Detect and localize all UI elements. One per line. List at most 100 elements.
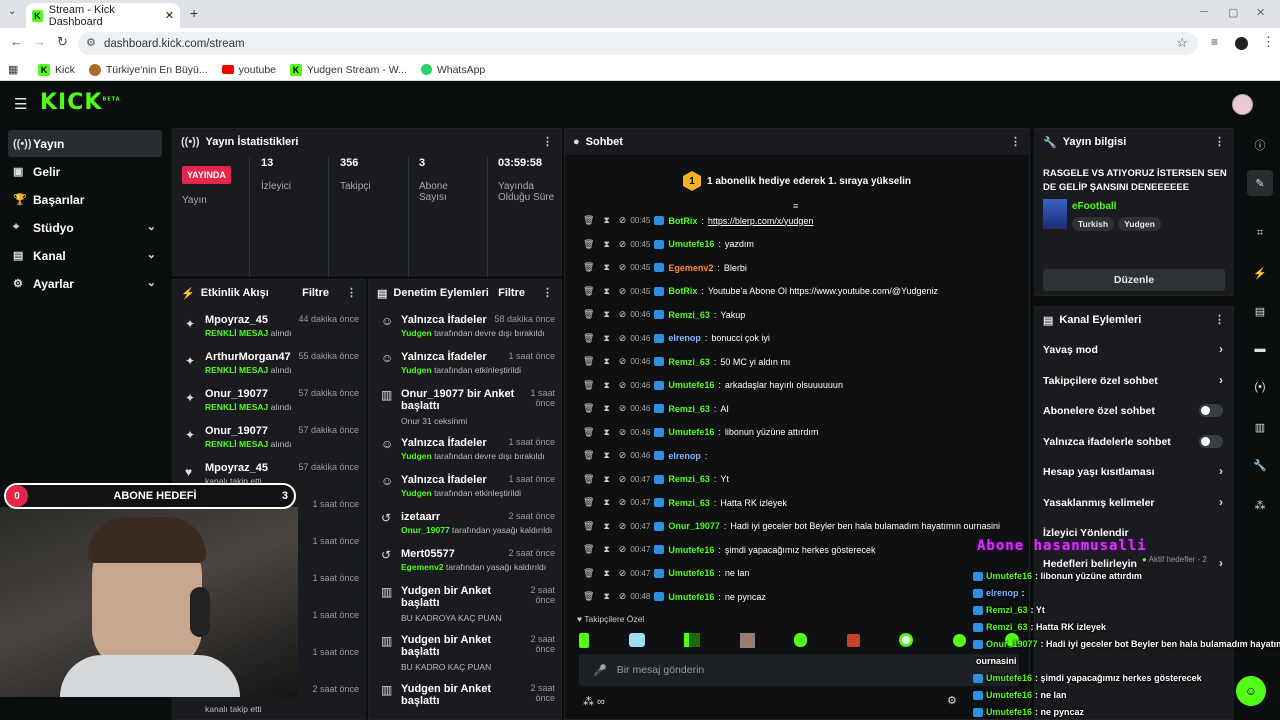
channel-action-item[interactable]: Yalnızca ifadelerle sohbet [1035,427,1233,457]
chevron-right-icon[interactable]: › [1219,342,1223,356]
ban-icon[interactable]: ⊘ [619,239,627,250]
kick-logo[interactable]: KICKBETA [40,90,121,115]
chat-message[interactable]: 🗑 ⧗ ⊘ 00:46 Remzi_63:50 MC yi aldın mı [583,350,790,373]
site-info-icon[interactable]: ⚙ [86,36,96,49]
message-user[interactable]: Remzi_63 [668,310,710,320]
new-tab-icon[interactable]: + [190,5,198,21]
activity-item[interactable]: ✦ Mpoyraz_45 RENKLİ MESAJ alındı 44 dakika … [173,308,365,345]
ban-icon[interactable]: ⊘ [619,427,627,438]
sidebar-item-kanal[interactable]: ▤ Kanal ⌄ [8,242,162,269]
more-options-icon[interactable]: ⋮ [346,286,357,299]
back-icon[interactable]: ← [10,34,23,49]
chat-message[interactable]: 🗑 ⧗ ⊘ 00:46 Umutefe16: arkadaşlar hayırlı ols… [583,374,843,397]
ban-icon[interactable]: ⊘ [619,568,627,579]
timeout-icon[interactable]: ⧗ [603,427,609,438]
more-options-icon[interactable]: ⋮ [1214,313,1225,326]
ban-icon[interactable]: ⊘ [619,474,627,485]
timeout-icon[interactable]: ⧗ [603,286,609,297]
delete-icon[interactable]: 🗑 [583,521,594,532]
emote-icon[interactable] [899,633,913,647]
ban-icon[interactable]: ⊘ [619,286,627,297]
moderation-item[interactable]: ▥ Yudgen bir Anket başlattı 2 saat önce [369,677,561,719]
bolt-icon[interactable]: ⚡ [1247,260,1273,286]
delete-icon[interactable]: 🗑 [583,286,594,297]
more-options-icon[interactable]: ⋮ [542,286,553,299]
delete-icon[interactable]: 🗑 [583,309,594,320]
chat-message[interactable]: 🗑 ⧗ ⊘ 00:46 Remzi_63: Yakup [583,303,745,326]
community-icon[interactable]: ⁂ [1247,492,1273,518]
chevron-right-icon[interactable]: › [1219,556,1223,570]
ban-icon[interactable]: ⊘ [619,450,627,461]
reload-icon[interactable]: ↻ [57,34,68,50]
support-chat-icon[interactable]: ☺ [1236,676,1266,706]
chat-message[interactable]: 🗑 ⧗ ⊘ 00:47 Remzi_63: Hatta RK izleyek [583,491,787,514]
message-user[interactable]: Umutefe16 [668,545,714,555]
delete-icon[interactable]: 🗑 [583,262,594,273]
delete-icon[interactable]: 🗑 [583,403,594,414]
sidebar-item-yayin[interactable]: ((•)) Yayın [8,130,162,157]
timeout-icon[interactable]: ⧗ [603,239,609,250]
message-user[interactable]: BotRix [668,286,697,296]
message-user[interactable]: Remzi_63 [668,357,710,367]
channel-action-item[interactable]: Abonelere özel sohbet [1035,396,1233,426]
emote-icon[interactable] [739,632,755,648]
bookmark-star-icon[interactable]: ☆ [1176,35,1188,51]
channel-action-item[interactable]: Takipçilere özel sohbet › [1035,366,1233,396]
ban-icon[interactable]: ⊘ [619,403,627,414]
edit-button[interactable]: Düzenle [1043,269,1225,291]
message-user[interactable]: Onur_19077 [668,521,720,531]
filter-button[interactable]: Filtre [302,287,329,299]
tag[interactable]: Turkish [1072,217,1115,231]
timeout-icon[interactable]: ⧗ [603,262,609,273]
message-user[interactable]: Umutefe16 [668,239,714,249]
apps-grid-icon[interactable]: ▦ [8,63,18,76]
chat-input[interactable]: 🎤 Bir mesaj gönderin [579,654,1019,686]
activity-item[interactable]: ✦ Onur_19077 RENKLİ MESAJ alındı 57 dakika … [173,419,365,456]
chat-message[interactable]: 🗑 ⧗ ⊘ 00:48 Umutefe16: ne pyncaz [583,585,766,608]
sidebar-item-studyo[interactable]: ⌖ Stüdyo ⌄ [8,214,162,241]
timeout-icon[interactable]: ⧗ [603,497,609,508]
message-user[interactable]: Remzi_63 [668,474,710,484]
category-thumbnail[interactable] [1043,199,1067,229]
ban-icon[interactable]: ⊘ [619,215,627,226]
chevron-right-icon[interactable]: › [1219,464,1223,478]
timeout-icon[interactable]: ⧗ [603,380,609,391]
delete-icon[interactable]: 🗑 [583,474,594,485]
close-tab-icon[interactable]: ✕ [165,9,174,22]
chat-message[interactable]: 🗑 ⧗ ⊘ 00:45 Egemenv2: Blerbi [583,256,747,279]
forward-icon[interactable]: → [33,34,46,49]
bookmark-turkiye[interactable]: Türkiye'nin En Büyü... [88,63,208,76]
timeout-icon[interactable]: ⧗ [603,333,609,344]
moderation-item[interactable]: ▥ Yudgen bir Anket başlattı BU KADROYA KAÇ… [369,579,561,625]
ban-icon[interactable]: ⊘ [619,544,627,555]
chevron-right-icon[interactable]: › [1219,495,1223,509]
chat-message[interactable]: 🗑 ⧗ ⊘ 00:46 elrenop: [583,444,711,467]
gift-leaderboard-banner[interactable]: 1 1 abonelik hediye ederek 1. sıraya yük… [565,155,1029,207]
bookmark-youtube[interactable]: youtube [221,64,276,76]
chat-message[interactable]: 🗑 ⧗ ⊘ 00:47 Umutefe16: ne lan [583,562,749,585]
message-user[interactable]: Umutefe16 [668,592,714,602]
delete-icon[interactable]: 🗑 [583,544,594,555]
minimize-icon[interactable]: ─ [1200,6,1208,18]
more-options-icon[interactable]: ⋮ [542,135,553,148]
close-window-icon[interactable]: ✕ [1256,6,1265,19]
timeout-icon[interactable]: ⧗ [603,544,609,555]
sidebar-item-basarilar[interactable]: 🏆 Başarılar [8,186,162,213]
timeout-icon[interactable]: ⧗ [603,309,609,320]
message-user[interactable]: Remzi_63 [668,498,710,508]
browser-tab[interactable]: K Stream - Kick Dashboard ✕ [26,3,180,28]
timeout-icon[interactable]: ⧗ [603,568,609,579]
chat-settings-icon[interactable]: ⚙ [947,694,957,707]
message-link[interactable]: https://blerp.com/x/yudgen [708,216,814,226]
message-user[interactable]: elrenop [668,451,701,461]
chevron-down-icon[interactable]: ⌄ [147,220,156,233]
more-options-icon[interactable]: ⋮ [1214,135,1225,148]
profile-icon[interactable] [1235,37,1248,50]
chat-message[interactable]: 🗑 ⧗ ⊘ 00:45 Umutefe16: yazdım [583,233,754,256]
delete-icon[interactable]: 🗑 [583,380,594,391]
filter-button[interactable]: Filtre [498,287,525,299]
message-user[interactable]: BotRix [668,216,697,226]
more-options-icon[interactable]: ⋮ [1010,135,1021,148]
chat-message[interactable]: 🗑 ⧗ ⊘ 00:47 Umutefe16: şimdi yapacağımız herk… [583,538,875,561]
emote-icon[interactable] [952,633,966,647]
